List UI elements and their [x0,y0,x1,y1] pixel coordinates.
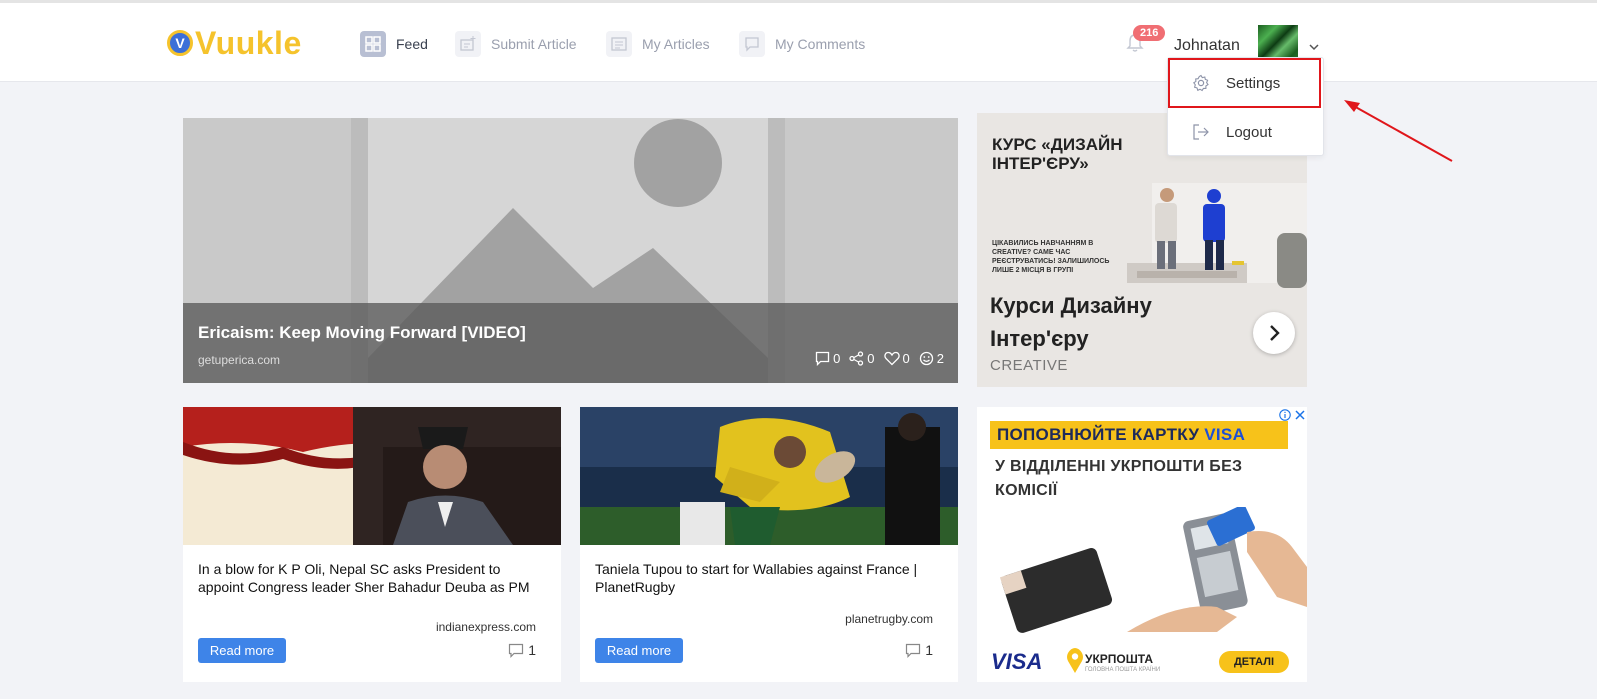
featured-source[interactable]: getuperica.com [198,353,280,367]
heart-icon [883,351,900,366]
chevron-right-icon [1270,325,1280,341]
ad-banner: ПОПОВНЮЙТЕ КАРТКУ VISA [990,421,1288,449]
like-count: 0 [902,351,910,366]
ad-brand: CREATIVE [990,357,1068,374]
comment-stat[interactable]: 0 [815,351,840,366]
grid-icon [360,31,386,57]
comment-icon [509,643,524,658]
featured-overlay: Ericaism: Keep Moving Forward [VIDEO] ge… [183,303,958,383]
nav-submit-article-label: Submit Article [491,36,577,52]
article-image-2[interactable] [580,407,958,545]
comment-count-1[interactable]: 1 [508,642,536,658]
article-photo [580,407,958,545]
featured-article[interactable]: Ericaism: Keep Moving Forward [VIDEO] ge… [183,118,958,383]
document-list-icon [606,31,632,57]
ukrposhta-tagline: ГОЛОВНА ПОШТА КРАЇНИ [1085,667,1161,673]
user-dropdown-menu: Settings Logout [1167,57,1324,156]
comment-icon [739,31,765,57]
logout-icon [1192,123,1210,141]
comment-icon [906,643,921,658]
article-card-1[interactable]: In a blow for K P Oli, Nepal SC asks Pre… [183,407,561,682]
ukrposhta-visa-ad[interactable]: ПОПОВНЮЙТЕ КАРТКУ VISA У ВІДДІЛЕННІ УКРП… [977,407,1307,682]
close-icon[interactable] [1294,409,1306,421]
ad-banner-visa: VISA [1204,425,1246,444]
vuukle-logo[interactable]: V Vuukle [167,27,302,59]
nav-submit-article[interactable]: Submit Article [455,31,577,57]
logo-badge-icon: V [167,30,193,56]
nav-my-comments[interactable]: My Comments [739,31,865,57]
share-stat[interactable]: 0 [849,351,875,366]
comment-count-2[interactable]: 1 [905,642,933,658]
ukrposhta-name: УКРПОШТА [1085,652,1154,666]
article-photo [183,407,561,545]
ad-payment-scene [977,507,1307,642]
featured-stats: 0 0 0 2 [806,351,944,366]
ad-subtitle: У ВІДДІЛЕННІ УКРПОШТИ БЕЗ КОМІСІЇ [995,458,1243,499]
location-pin-icon [1067,648,1083,673]
ad-small-text: ЦІКАВИЛИСЬ НАВЧАННЯМ В CREATIVE? САМЕ ЧА… [992,240,1110,274]
nav-feed[interactable]: Feed [360,31,428,57]
article-source-1[interactable]: indianexpress.com [436,620,536,634]
article-title-2[interactable]: Taniela Tupou to start for Wallabies aga… [595,560,940,596]
article-card-2[interactable]: Taniela Tupou to start for Wallabies aga… [580,407,958,682]
notification-badge[interactable]: 216 [1133,25,1166,41]
annotation-arrow [1344,100,1453,162]
reaction-stat[interactable]: 2 [919,351,944,366]
comment-count-value-1: 1 [528,642,536,658]
ad-details-button[interactable]: ДЕТАЛІ [1219,651,1289,673]
logout-label: Logout [1226,123,1272,141]
read-more-button-1[interactable]: Read more [198,638,286,663]
read-more-button-2[interactable]: Read more [595,638,683,663]
comment-count-value-2: 1 [925,642,933,658]
comment-count: 0 [833,351,841,366]
share-count: 0 [867,351,875,366]
article-image-1[interactable] [183,407,561,545]
nav-my-articles[interactable]: My Articles [606,31,710,57]
ad-banner-text: ПОПОВНЮЙТЕ КАРТКУ [997,425,1200,444]
reaction-count: 2 [936,351,944,366]
gear-icon [1192,74,1210,92]
ad-title[interactable]: Курси Дизайну Інтер'єру [990,289,1190,355]
nav-my-articles-label: My Articles [642,36,710,52]
article-source-2[interactable]: planetrugby.com [845,612,933,626]
ad-course-headline: КУРС «ДИЗАЙН ІНТЕР'ЄРУ» [992,135,1123,173]
comment-icon [815,351,830,366]
settings-menu-item[interactable]: Settings [1168,59,1323,107]
logout-menu-item[interactable]: Logout [1168,108,1323,156]
info-icon[interactable] [1279,409,1291,421]
logo-text: Vuukle [195,25,302,61]
nav-my-comments-label: My Comments [775,36,866,52]
nav-feed-label: Feed [396,36,428,52]
smiley-icon [919,351,933,366]
ad-choices[interactable] [1279,409,1306,421]
top-header: V Vuukle Feed Submit Article My Articles… [0,3,1597,82]
ad-next-button[interactable] [1253,312,1295,354]
username[interactable]: Johnatan [1174,37,1240,55]
share-icon [849,351,864,366]
chevron-down-icon[interactable] [1308,38,1320,56]
settings-label: Settings [1226,74,1281,92]
visa-logo: VISA [991,649,1043,674]
featured-title[interactable]: Ericaism: Keep Moving Forward [VIDEO] [198,323,526,343]
add-document-icon [455,31,481,57]
like-stat[interactable]: 0 [883,351,910,366]
article-title-1[interactable]: In a blow for K P Oli, Nepal SC asks Pre… [198,560,543,596]
